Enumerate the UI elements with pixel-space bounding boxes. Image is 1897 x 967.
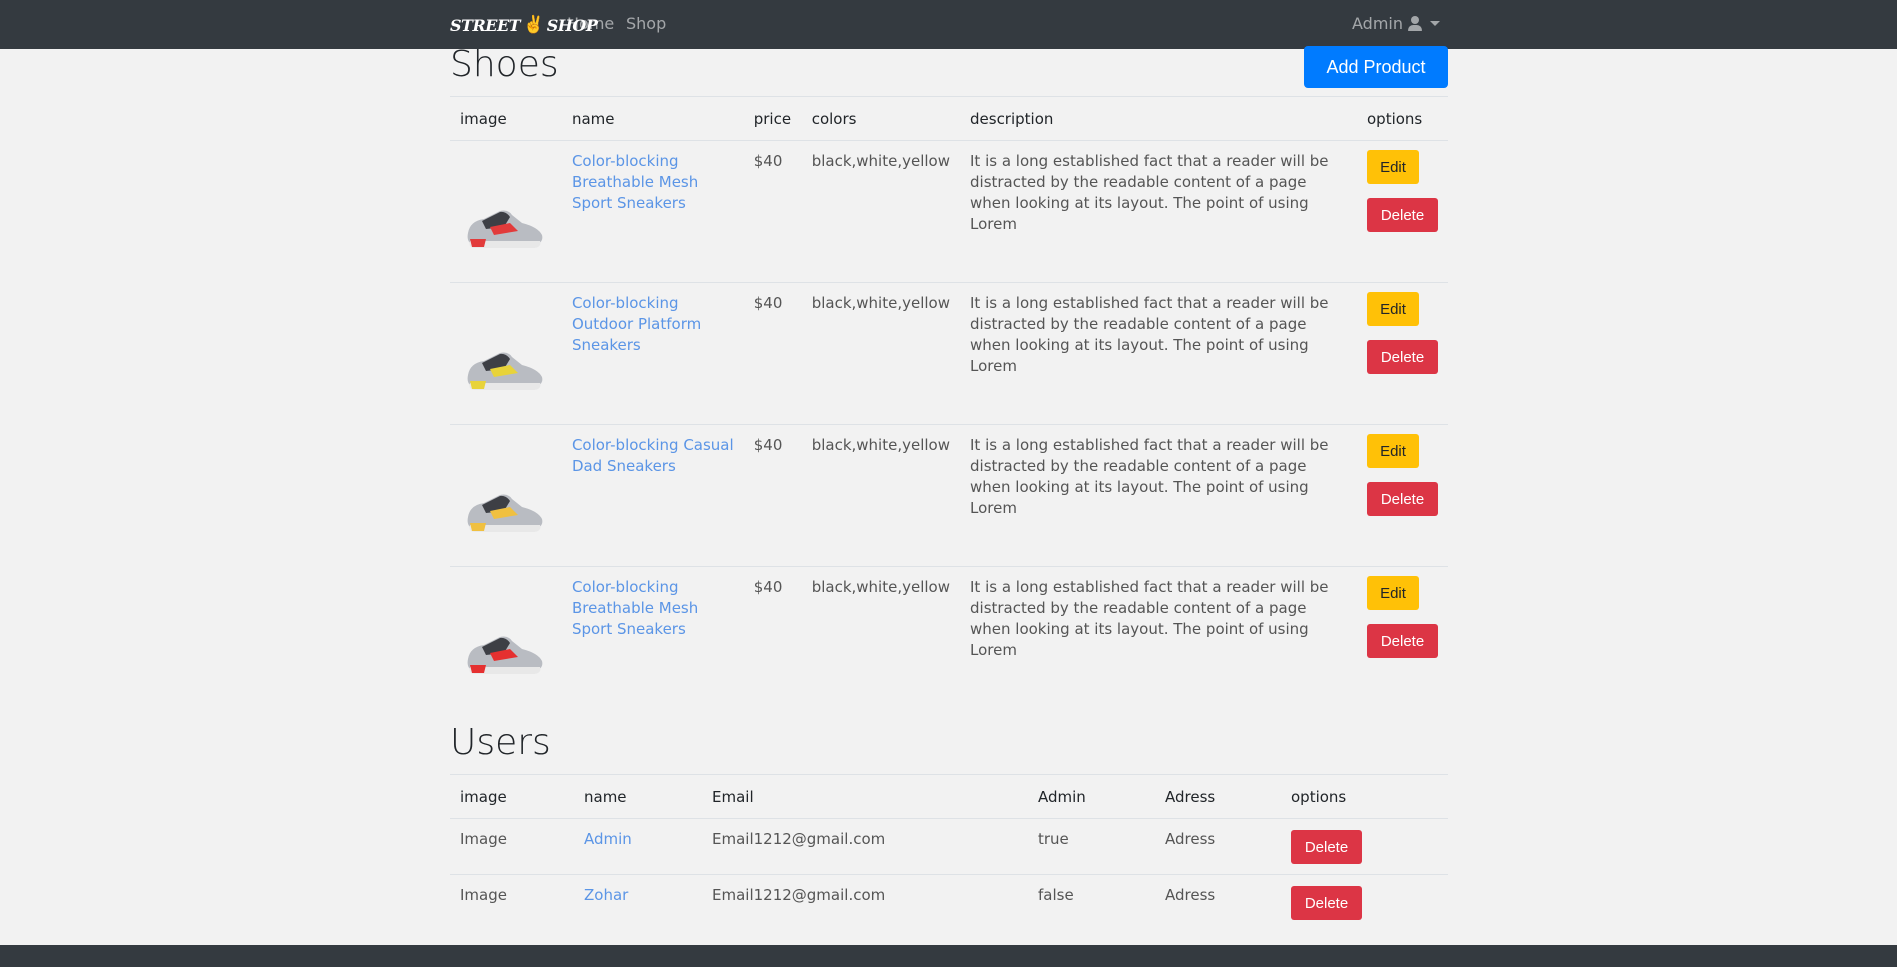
navbar: STREET ✌ SHOP Home Shop Admin xyxy=(0,0,1897,49)
delete-button[interactable]: Delete xyxy=(1367,482,1438,516)
header-description: description xyxy=(960,96,1357,141)
product-price: $40 xyxy=(743,140,802,283)
user-address: Adress xyxy=(1155,818,1281,875)
product-image-cell xyxy=(450,566,562,709)
product-options-cell: Edit Delete xyxy=(1357,424,1448,567)
product-description: It is a long established fact that a rea… xyxy=(960,566,1357,709)
user-image: Image xyxy=(450,874,574,931)
sneaker-icon xyxy=(467,210,543,248)
product-colors: black,white,yellow xyxy=(801,566,960,709)
user-name-cell: Admin xyxy=(574,818,702,875)
product-name-link[interactable]: Color-blocking Breathable Mesh Sport Sne… xyxy=(572,152,698,212)
table-row: Image Admin Email1212@gmail.com true Adr… xyxy=(450,818,1448,875)
footer xyxy=(0,945,1897,967)
product-colors: black,white,yellow xyxy=(801,282,960,425)
product-options-cell: Edit Delete xyxy=(1357,566,1448,709)
table-row: Color-blocking Casual Dad Sneakers $40 b… xyxy=(450,424,1448,567)
product-image xyxy=(460,607,550,697)
product-price: $40 xyxy=(743,424,802,567)
delete-user-button[interactable]: Delete xyxy=(1291,830,1362,864)
edit-button[interactable]: Edit xyxy=(1367,150,1419,184)
header-name: name xyxy=(574,774,702,819)
header-email: Email xyxy=(702,774,1028,819)
product-image xyxy=(460,323,550,413)
product-name-cell: Color-blocking Breathable Mesh Sport Sne… xyxy=(561,566,744,709)
hand-icon: ✌ xyxy=(523,15,544,35)
header-image: image xyxy=(450,96,562,141)
sneaker-icon xyxy=(467,636,543,674)
product-name-link[interactable]: Color-blocking Outdoor Platform Sneakers xyxy=(572,294,701,354)
table-row: Color-blocking Breathable Mesh Sport Sne… xyxy=(450,140,1448,283)
brand-text-street: STREET xyxy=(450,15,521,35)
user-options-cell: Delete xyxy=(1281,818,1448,875)
user-name-link[interactable]: Admin xyxy=(584,830,632,848)
header-price: price xyxy=(743,96,802,141)
delete-button[interactable]: Delete xyxy=(1367,340,1438,374)
users-table: image name Email Admin Adress options Im… xyxy=(450,774,1448,931)
product-name-cell: Color-blocking Casual Dad Sneakers xyxy=(561,424,744,567)
sneaker-icon xyxy=(467,494,543,532)
users-table-header: image name Email Admin Adress options xyxy=(450,774,1448,819)
product-image-cell xyxy=(450,424,562,567)
product-name-link[interactable]: Color-blocking Casual Dad Sneakers xyxy=(572,436,734,475)
product-colors: black,white,yellow xyxy=(801,424,960,567)
product-name-cell: Color-blocking Outdoor Platform Sneakers xyxy=(561,282,744,425)
product-image-cell xyxy=(450,140,562,283)
shoes-section-title: Shoes xyxy=(450,44,559,85)
product-name-link[interactable]: Color-blocking Breathable Mesh Sport Sne… xyxy=(572,578,698,638)
user-menu-label: Admin xyxy=(1352,14,1403,33)
header-options: options xyxy=(1357,96,1448,141)
table-row: Image Zohar Email1212@gmail.com false Ad… xyxy=(450,874,1448,931)
edit-button[interactable]: Edit xyxy=(1367,434,1419,468)
product-description: It is a long established fact that a rea… xyxy=(960,140,1357,283)
header-admin: Admin xyxy=(1028,774,1155,819)
product-price: $40 xyxy=(743,282,802,425)
delete-button[interactable]: Delete xyxy=(1367,198,1438,232)
user-admin-flag: true xyxy=(1028,818,1155,875)
add-product-button[interactable]: Add Product xyxy=(1304,46,1448,88)
header-colors: colors xyxy=(801,96,960,141)
header-image: image xyxy=(450,774,574,819)
header-name: name xyxy=(561,96,744,141)
table-row: Color-blocking Breathable Mesh Sport Sne… xyxy=(450,566,1448,709)
edit-button[interactable]: Edit xyxy=(1367,576,1419,610)
product-name-cell: Color-blocking Breathable Mesh Sport Sne… xyxy=(561,140,744,283)
user-icon xyxy=(1408,16,1422,31)
product-image xyxy=(460,181,550,271)
users-section-title: Users xyxy=(450,722,551,763)
delete-button[interactable]: Delete xyxy=(1367,624,1438,658)
product-description: It is a long established fact that a rea… xyxy=(960,282,1357,425)
user-email: Email1212@gmail.com xyxy=(702,874,1028,931)
table-row: Color-blocking Outdoor Platform Sneakers… xyxy=(450,282,1448,425)
user-image: Image xyxy=(450,818,574,875)
product-options-cell: Edit Delete xyxy=(1357,282,1448,425)
chevron-down-icon xyxy=(1430,21,1440,26)
product-colors: black,white,yellow xyxy=(801,140,960,283)
shoes-table: image name price colors description opti… xyxy=(450,96,1448,709)
header-options: options xyxy=(1281,774,1448,819)
product-description: It is a long established fact that a rea… xyxy=(960,424,1357,567)
user-email: Email1212@gmail.com xyxy=(702,818,1028,875)
delete-user-button[interactable]: Delete xyxy=(1291,886,1362,920)
user-address: Adress xyxy=(1155,874,1281,931)
user-admin-flag: false xyxy=(1028,874,1155,931)
user-menu-dropdown[interactable]: Admin xyxy=(1352,14,1440,33)
shoes-table-header: image name price colors description opti… xyxy=(450,96,1448,141)
edit-button[interactable]: Edit xyxy=(1367,292,1419,326)
user-name-cell: Zohar xyxy=(574,874,702,931)
product-image-cell xyxy=(450,282,562,425)
user-options-cell: Delete xyxy=(1281,874,1448,931)
product-image xyxy=(460,465,550,555)
sneaker-icon xyxy=(467,352,543,390)
product-options-cell: Edit Delete xyxy=(1357,140,1448,283)
header-address: Adress xyxy=(1155,774,1281,819)
user-name-link[interactable]: Zohar xyxy=(584,886,628,904)
nav-home-link[interactable]: Home xyxy=(567,14,614,33)
product-price: $40 xyxy=(743,566,802,709)
nav-shop-link[interactable]: Shop xyxy=(626,14,666,33)
